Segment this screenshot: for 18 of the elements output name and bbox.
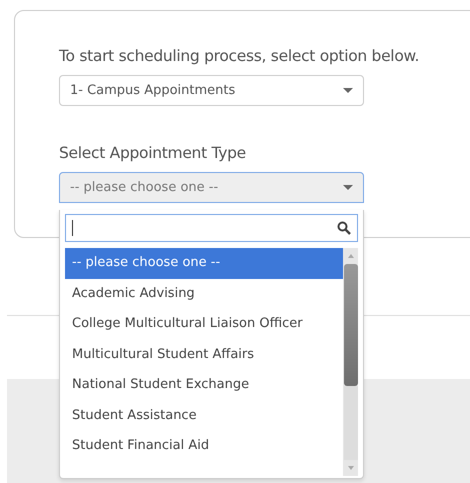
field-label: Select Appointment Type — [59, 144, 247, 162]
search-icon — [337, 221, 351, 235]
search-field[interactable] — [65, 214, 358, 242]
scrollbar[interactable] — [343, 248, 358, 476]
option-item[interactable]: College Multicultural Liaison Officer — [65, 309, 343, 340]
option-item[interactable]: National Student Exchange — [65, 370, 343, 400]
option-item[interactable]: Academic Advising — [65, 278, 343, 309]
option-item[interactable]: Student Financial Aid — [65, 431, 343, 462]
option-item[interactable]: -- please choose one -- — [65, 248, 343, 278]
caret-icon — [343, 88, 353, 93]
campus-select[interactable]: 1- Campus Appointments — [59, 75, 364, 106]
scroll-up-icon[interactable] — [348, 254, 354, 258]
option-item[interactable]: Student Assistance — [65, 400, 343, 431]
instruction-text: To start scheduling process, select option below. — [59, 47, 420, 65]
appointment-type-select[interactable]: -- please choose one -- — [59, 172, 364, 203]
caret-icon — [343, 185, 353, 190]
scroll-down-icon[interactable] — [348, 466, 354, 470]
option-item[interactable]: Multicultural Student Affairs — [65, 340, 343, 370]
